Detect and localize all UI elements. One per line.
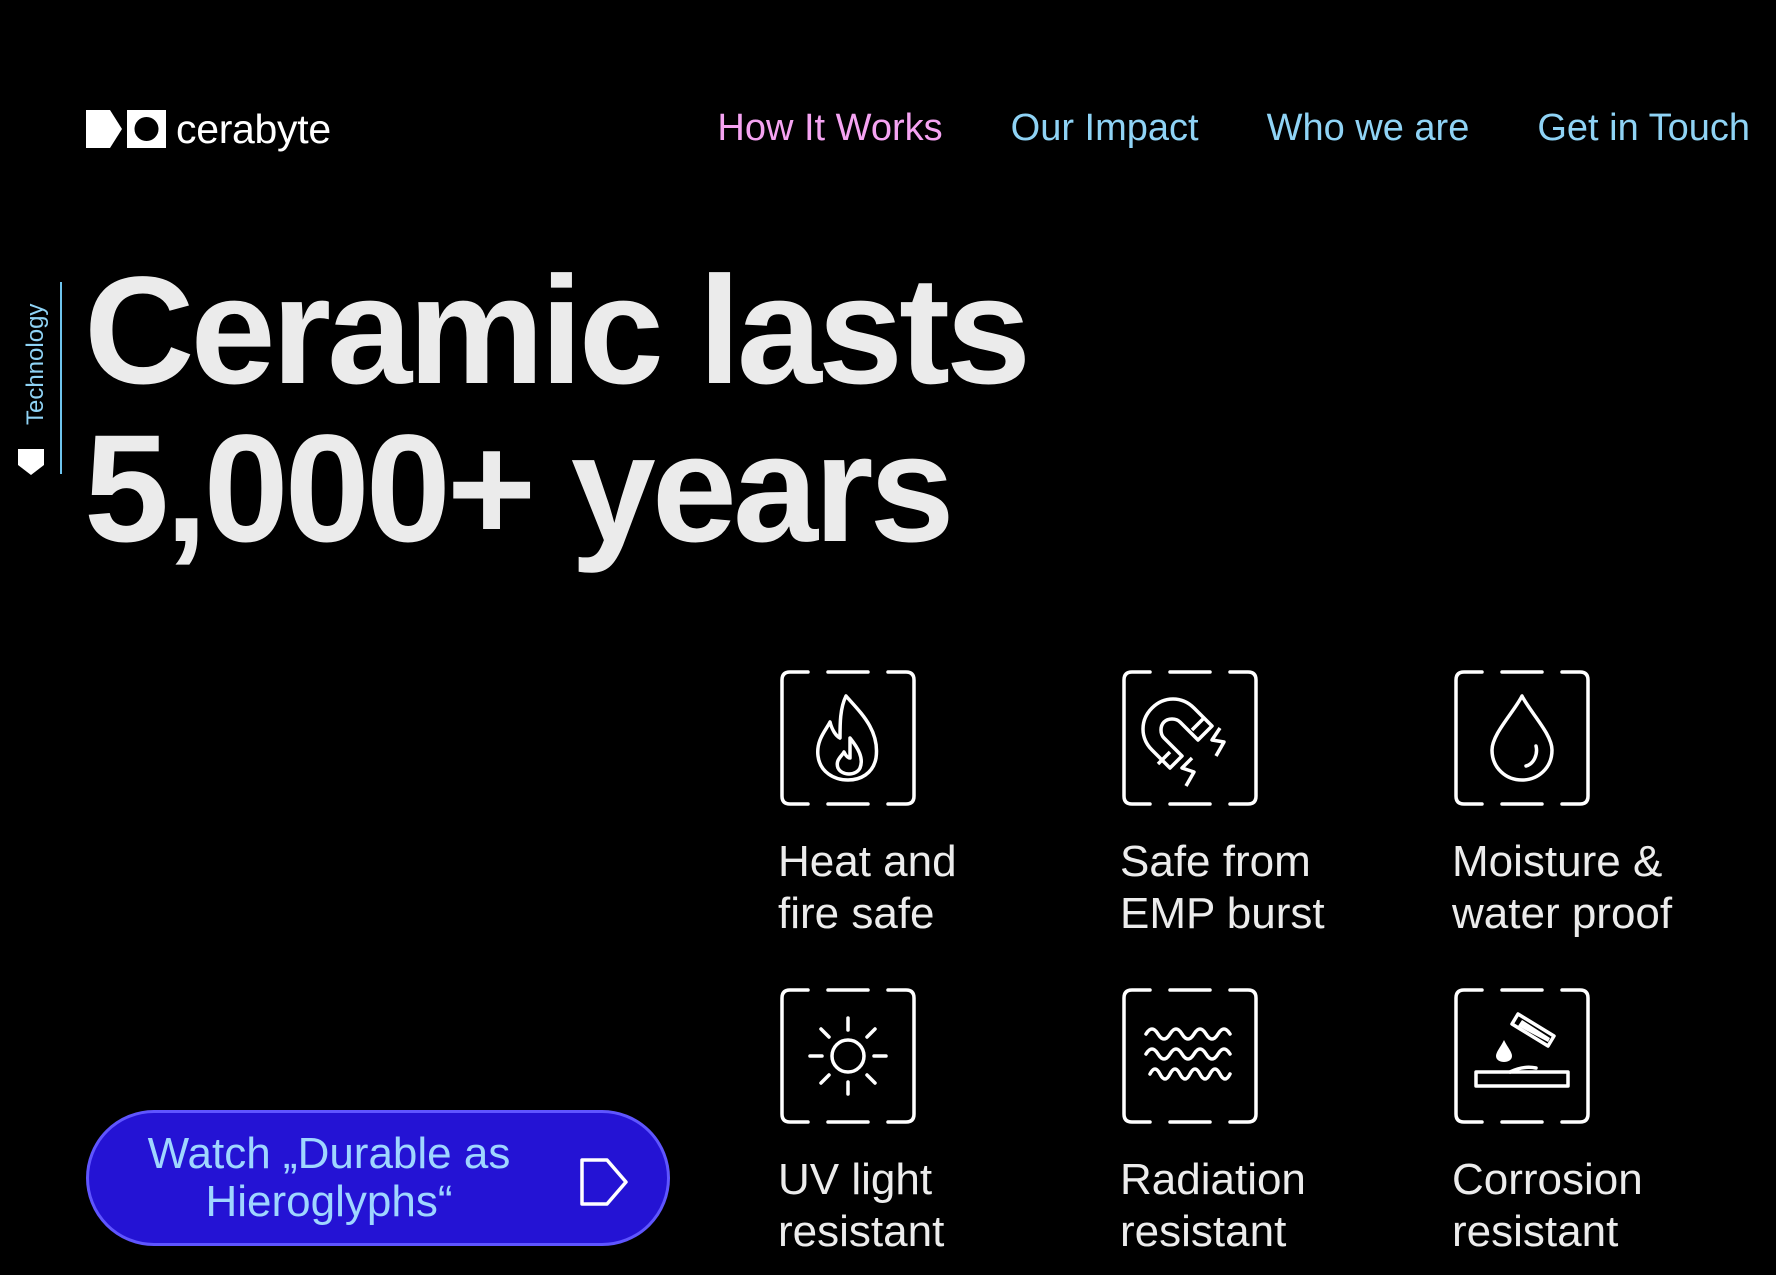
hero-title-line-1: Ceramic lasts — [84, 245, 1031, 416]
magnet-lightning-icon — [1122, 670, 1258, 806]
water-drop-icon — [1454, 670, 1590, 806]
feature-corrosion: Corrosion resistant — [1452, 986, 1752, 1258]
nav-our-impact[interactable]: Our Impact — [1011, 102, 1199, 154]
side-tab-technology[interactable]: Technology — [10, 280, 62, 475]
flame-icon — [780, 670, 916, 806]
feature-label: Corrosion resistant — [1452, 1155, 1643, 1256]
feature-label: Heat and fire safe — [778, 837, 957, 938]
acid-drop-icon — [1454, 988, 1590, 1124]
brand-name: cerabyte — [176, 105, 331, 152]
play-arrow-icon — [579, 1157, 629, 1212]
watch-video-label: Watch „Durable as Hieroglyphs“ — [147, 1129, 511, 1226]
waves-icon — [1122, 988, 1258, 1124]
feature-label: Moisture & water proof — [1452, 837, 1673, 938]
feature-label: UV light resistant — [778, 1155, 945, 1256]
feature-label: Safe from EMP burst — [1120, 837, 1325, 938]
side-tab-label: Technology — [22, 303, 49, 425]
feature-radiation: Radiation resistant — [1120, 986, 1420, 1258]
logo-mark-icon — [86, 110, 166, 148]
nav-who-we-are[interactable]: Who we are — [1267, 102, 1470, 154]
brand-logo[interactable]: cerabyte — [86, 108, 331, 150]
feature-heat-fire: Heat and fire safe — [778, 668, 1078, 940]
hero-title: Ceramic lasts 5,000+ years — [84, 245, 1031, 574]
pentagon-tag-icon — [16, 447, 46, 482]
nav-get-in-touch[interactable]: Get in Touch — [1537, 102, 1750, 154]
nav-how-it-works[interactable]: How It Works — [717, 102, 942, 154]
features-grid: Heat and fire safe Safe from EMP burst M… — [778, 668, 1728, 1268]
sun-icon — [780, 988, 916, 1124]
side-tab-divider — [60, 282, 62, 474]
watch-video-button[interactable]: Watch „Durable as Hieroglyphs“ — [86, 1110, 670, 1246]
feature-label: Radiation resistant — [1120, 1155, 1306, 1256]
feature-uv: UV light resistant — [778, 986, 1078, 1258]
hero-title-line-2: 5,000+ years — [84, 403, 955, 574]
main-nav: How It Works Our Impact Who we are Get i… — [649, 102, 1750, 154]
feature-emp: Safe from EMP burst — [1120, 668, 1420, 940]
feature-moisture: Moisture & water proof — [1452, 668, 1752, 940]
